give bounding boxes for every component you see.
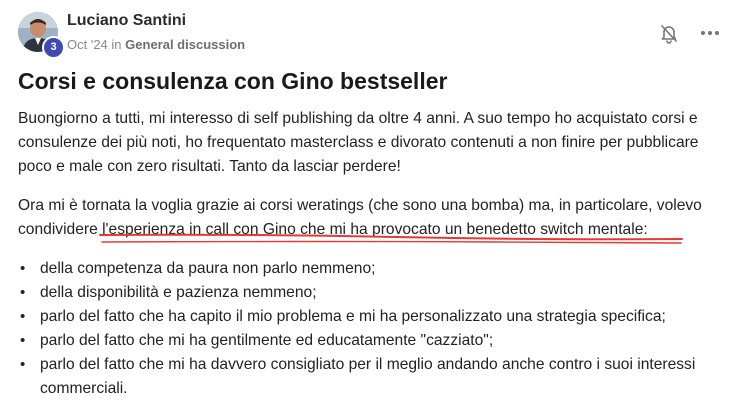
paragraph-1: Buongiorno a tutti, mi interesso di self… <box>18 110 699 175</box>
post-body: Buongiorno a tutti, mi interesso di self… <box>18 107 730 401</box>
list-item: parlo del fatto che mi ha davvero consig… <box>18 353 730 401</box>
paragraph-2: Ora mi è tornata la voglia grazie ai cor… <box>18 194 730 242</box>
list-item: della competenza da paura non parlo nemm… <box>18 257 730 281</box>
list-item: parlo del fatto che ha capito il mio pro… <box>18 305 730 329</box>
paragraph-2-end: : <box>643 221 648 238</box>
level-badge: 3 <box>42 36 65 59</box>
notification-bell-button[interactable] <box>658 22 680 44</box>
post-header: 3 Luciano Santini Oct '24 in General dis… <box>18 12 732 59</box>
bell-icon <box>658 25 680 48</box>
post-date[interactable]: Oct '24 <box>67 37 108 52</box>
author-avatar[interactable]: 3 <box>18 12 65 59</box>
author-name[interactable]: Luciano Santini <box>67 12 186 30</box>
list-item: della disponibilità e pazienza nemmeno; <box>18 281 730 305</box>
more-horizontal-icon <box>698 31 722 48</box>
in-label: in <box>111 37 122 52</box>
forum-post: 3 Luciano Santini Oct '24 in General dis… <box>0 0 750 414</box>
post-title: Corsi e consulenza con Gino bestseller <box>18 68 448 94</box>
more-options-button[interactable] <box>698 22 722 44</box>
highlighted-phrase: esperienza in call con Gino che mi ha pr… <box>108 221 644 238</box>
post-meta: Oct '24 in General discussion <box>67 37 245 52</box>
category-link[interactable]: General discussion <box>125 37 245 52</box>
bullet-list: della competenza da paura non parlo nemm… <box>18 257 730 401</box>
list-item: parlo del fatto che mi ha gentilmente ed… <box>18 329 730 353</box>
